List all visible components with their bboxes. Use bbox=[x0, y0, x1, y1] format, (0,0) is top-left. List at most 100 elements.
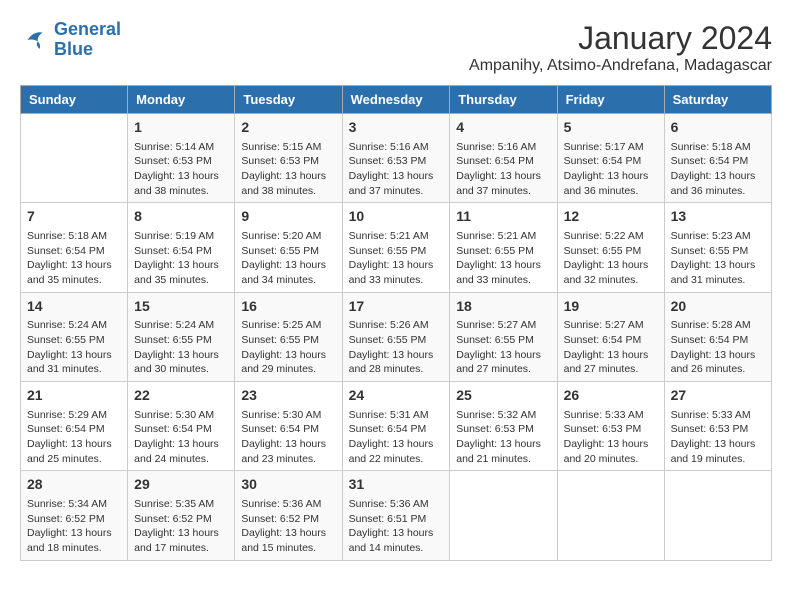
day-number: 25 bbox=[456, 386, 550, 406]
day-detail: Sunrise: 5:18 AMSunset: 6:54 PMDaylight:… bbox=[671, 140, 765, 199]
day-detail: Sunrise: 5:34 AMSunset: 6:52 PMDaylight:… bbox=[27, 497, 121, 556]
day-number: 12 bbox=[564, 207, 658, 227]
calendar-cell: 1Sunrise: 5:14 AMSunset: 6:53 PMDaylight… bbox=[128, 114, 235, 203]
day-number: 31 bbox=[349, 475, 444, 495]
calendar-cell: 16Sunrise: 5:25 AMSunset: 6:55 PMDayligh… bbox=[235, 292, 342, 381]
calendar-week-4: 21Sunrise: 5:29 AMSunset: 6:54 PMDayligh… bbox=[21, 382, 772, 471]
calendar-cell: 4Sunrise: 5:16 AMSunset: 6:54 PMDaylight… bbox=[450, 114, 557, 203]
day-number: 7 bbox=[27, 207, 121, 227]
day-number: 11 bbox=[456, 207, 550, 227]
calendar-cell: 25Sunrise: 5:32 AMSunset: 6:53 PMDayligh… bbox=[450, 382, 557, 471]
day-detail: Sunrise: 5:31 AMSunset: 6:54 PMDaylight:… bbox=[349, 408, 444, 467]
day-number: 20 bbox=[671, 297, 765, 317]
calendar-week-5: 28Sunrise: 5:34 AMSunset: 6:52 PMDayligh… bbox=[21, 471, 772, 560]
day-detail: Sunrise: 5:15 AMSunset: 6:53 PMDaylight:… bbox=[241, 140, 335, 199]
day-detail: Sunrise: 5:28 AMSunset: 6:54 PMDaylight:… bbox=[671, 318, 765, 377]
header-monday: Monday bbox=[128, 86, 235, 114]
calendar-cell: 26Sunrise: 5:33 AMSunset: 6:53 PMDayligh… bbox=[557, 382, 664, 471]
day-number: 1 bbox=[134, 118, 228, 138]
calendar-week-2: 7Sunrise: 5:18 AMSunset: 6:54 PMDaylight… bbox=[21, 203, 772, 292]
calendar-cell: 22Sunrise: 5:30 AMSunset: 6:54 PMDayligh… bbox=[128, 382, 235, 471]
day-detail: Sunrise: 5:36 AMSunset: 6:51 PMDaylight:… bbox=[349, 497, 444, 556]
day-detail: Sunrise: 5:24 AMSunset: 6:55 PMDaylight:… bbox=[27, 318, 121, 377]
day-number: 18 bbox=[456, 297, 550, 317]
day-detail: Sunrise: 5:29 AMSunset: 6:54 PMDaylight:… bbox=[27, 408, 121, 467]
calendar-cell bbox=[557, 471, 664, 560]
calendar-cell: 2Sunrise: 5:15 AMSunset: 6:53 PMDaylight… bbox=[235, 114, 342, 203]
header-tuesday: Tuesday bbox=[235, 86, 342, 114]
day-detail: Sunrise: 5:16 AMSunset: 6:53 PMDaylight:… bbox=[349, 140, 444, 199]
day-number: 30 bbox=[241, 475, 335, 495]
calendar-week-3: 14Sunrise: 5:24 AMSunset: 6:55 PMDayligh… bbox=[21, 292, 772, 381]
day-detail: Sunrise: 5:36 AMSunset: 6:52 PMDaylight:… bbox=[241, 497, 335, 556]
calendar-cell: 7Sunrise: 5:18 AMSunset: 6:54 PMDaylight… bbox=[21, 203, 128, 292]
day-detail: Sunrise: 5:32 AMSunset: 6:53 PMDaylight:… bbox=[456, 408, 550, 467]
day-detail: Sunrise: 5:24 AMSunset: 6:55 PMDaylight:… bbox=[134, 318, 228, 377]
header-thursday: Thursday bbox=[450, 86, 557, 114]
calendar-cell: 17Sunrise: 5:26 AMSunset: 6:55 PMDayligh… bbox=[342, 292, 450, 381]
day-detail: Sunrise: 5:27 AMSunset: 6:54 PMDaylight:… bbox=[564, 318, 658, 377]
title-block: January 2024 Ampanihy, Atsimo-Andrefana,… bbox=[469, 20, 772, 75]
calendar-cell: 12Sunrise: 5:22 AMSunset: 6:55 PMDayligh… bbox=[557, 203, 664, 292]
calendar-cell: 10Sunrise: 5:21 AMSunset: 6:55 PMDayligh… bbox=[342, 203, 450, 292]
calendar-table: SundayMondayTuesdayWednesdayThursdayFrid… bbox=[20, 85, 772, 561]
day-detail: Sunrise: 5:26 AMSunset: 6:55 PMDaylight:… bbox=[349, 318, 444, 377]
calendar-cell: 3Sunrise: 5:16 AMSunset: 6:53 PMDaylight… bbox=[342, 114, 450, 203]
day-number: 15 bbox=[134, 297, 228, 317]
page-header: General Blue January 2024 Ampanihy, Atsi… bbox=[20, 20, 772, 75]
day-number: 6 bbox=[671, 118, 765, 138]
day-number: 4 bbox=[456, 118, 550, 138]
day-number: 2 bbox=[241, 118, 335, 138]
day-detail: Sunrise: 5:21 AMSunset: 6:55 PMDaylight:… bbox=[349, 229, 444, 288]
header-wednesday: Wednesday bbox=[342, 86, 450, 114]
day-detail: Sunrise: 5:30 AMSunset: 6:54 PMDaylight:… bbox=[241, 408, 335, 467]
calendar-cell bbox=[21, 114, 128, 203]
day-detail: Sunrise: 5:33 AMSunset: 6:53 PMDaylight:… bbox=[564, 408, 658, 467]
day-detail: Sunrise: 5:14 AMSunset: 6:53 PMDaylight:… bbox=[134, 140, 228, 199]
day-detail: Sunrise: 5:18 AMSunset: 6:54 PMDaylight:… bbox=[27, 229, 121, 288]
day-detail: Sunrise: 5:20 AMSunset: 6:55 PMDaylight:… bbox=[241, 229, 335, 288]
day-number: 9 bbox=[241, 207, 335, 227]
calendar-cell: 31Sunrise: 5:36 AMSunset: 6:51 PMDayligh… bbox=[342, 471, 450, 560]
location-subtitle: Ampanihy, Atsimo-Andrefana, Madagascar bbox=[469, 57, 772, 75]
day-number: 28 bbox=[27, 475, 121, 495]
logo-icon bbox=[20, 25, 50, 55]
day-number: 27 bbox=[671, 386, 765, 406]
calendar-cell: 6Sunrise: 5:18 AMSunset: 6:54 PMDaylight… bbox=[664, 114, 771, 203]
calendar-cell bbox=[664, 471, 771, 560]
day-number: 26 bbox=[564, 386, 658, 406]
calendar-cell: 11Sunrise: 5:21 AMSunset: 6:55 PMDayligh… bbox=[450, 203, 557, 292]
day-detail: Sunrise: 5:25 AMSunset: 6:55 PMDaylight:… bbox=[241, 318, 335, 377]
day-detail: Sunrise: 5:17 AMSunset: 6:54 PMDaylight:… bbox=[564, 140, 658, 199]
calendar-cell: 21Sunrise: 5:29 AMSunset: 6:54 PMDayligh… bbox=[21, 382, 128, 471]
calendar-cell: 13Sunrise: 5:23 AMSunset: 6:55 PMDayligh… bbox=[664, 203, 771, 292]
day-number: 29 bbox=[134, 475, 228, 495]
day-number: 14 bbox=[27, 297, 121, 317]
day-number: 10 bbox=[349, 207, 444, 227]
calendar-cell: 9Sunrise: 5:20 AMSunset: 6:55 PMDaylight… bbox=[235, 203, 342, 292]
calendar-header-row: SundayMondayTuesdayWednesdayThursdayFrid… bbox=[21, 86, 772, 114]
day-detail: Sunrise: 5:27 AMSunset: 6:55 PMDaylight:… bbox=[456, 318, 550, 377]
day-detail: Sunrise: 5:23 AMSunset: 6:55 PMDaylight:… bbox=[671, 229, 765, 288]
calendar-week-1: 1Sunrise: 5:14 AMSunset: 6:53 PMDaylight… bbox=[21, 114, 772, 203]
day-number: 13 bbox=[671, 207, 765, 227]
calendar-cell: 27Sunrise: 5:33 AMSunset: 6:53 PMDayligh… bbox=[664, 382, 771, 471]
calendar-cell: 30Sunrise: 5:36 AMSunset: 6:52 PMDayligh… bbox=[235, 471, 342, 560]
header-sunday: Sunday bbox=[21, 86, 128, 114]
day-number: 22 bbox=[134, 386, 228, 406]
day-number: 21 bbox=[27, 386, 121, 406]
calendar-cell: 8Sunrise: 5:19 AMSunset: 6:54 PMDaylight… bbox=[128, 203, 235, 292]
month-title: January 2024 bbox=[469, 20, 772, 57]
day-number: 17 bbox=[349, 297, 444, 317]
day-detail: Sunrise: 5:30 AMSunset: 6:54 PMDaylight:… bbox=[134, 408, 228, 467]
day-number: 24 bbox=[349, 386, 444, 406]
day-number: 8 bbox=[134, 207, 228, 227]
calendar-cell: 18Sunrise: 5:27 AMSunset: 6:55 PMDayligh… bbox=[450, 292, 557, 381]
header-friday: Friday bbox=[557, 86, 664, 114]
calendar-cell: 20Sunrise: 5:28 AMSunset: 6:54 PMDayligh… bbox=[664, 292, 771, 381]
calendar-cell: 24Sunrise: 5:31 AMSunset: 6:54 PMDayligh… bbox=[342, 382, 450, 471]
header-saturday: Saturday bbox=[664, 86, 771, 114]
logo-text: General Blue bbox=[54, 20, 121, 60]
calendar-cell: 19Sunrise: 5:27 AMSunset: 6:54 PMDayligh… bbox=[557, 292, 664, 381]
day-number: 19 bbox=[564, 297, 658, 317]
